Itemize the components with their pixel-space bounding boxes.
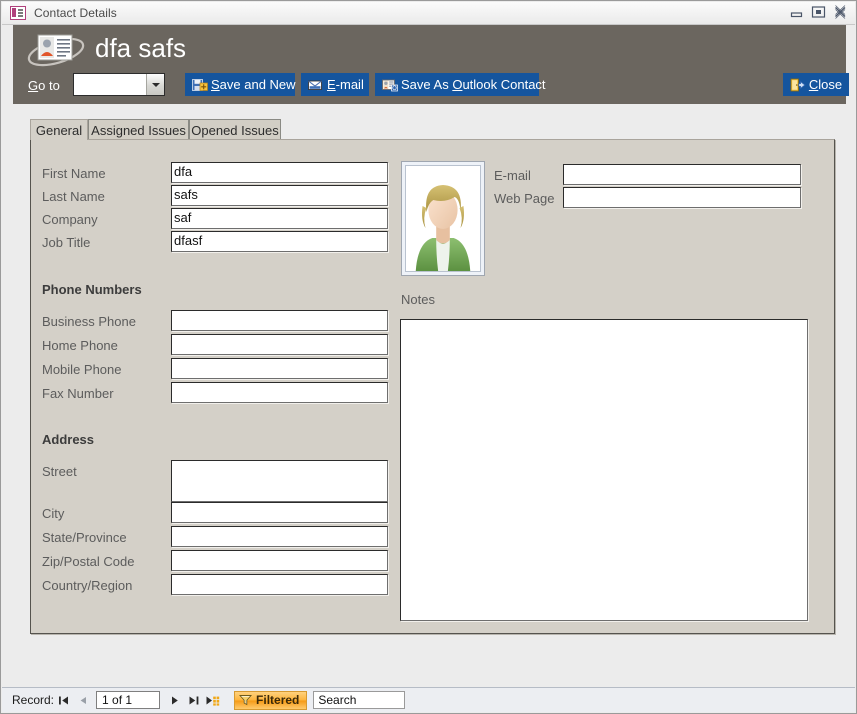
- home-phone-label: Home Phone: [42, 338, 118, 354]
- tab-general[interactable]: General: [30, 119, 88, 140]
- tab-strip: General Assigned Issues Opened Issues: [30, 119, 835, 140]
- first-name-label: First Name: [42, 166, 106, 182]
- window-controls: [789, 5, 848, 19]
- first-record-button[interactable]: [56, 691, 73, 709]
- search-input[interactable]: Search: [313, 691, 405, 709]
- record-label: Record:: [12, 693, 54, 707]
- window-title: Contact Details: [34, 6, 117, 20]
- zip-postal-code-input[interactable]: [171, 550, 388, 571]
- home-phone-input[interactable]: [171, 334, 388, 355]
- company-label: Company: [42, 212, 98, 228]
- last-record-button[interactable]: [185, 691, 202, 709]
- close-button[interactable]: [833, 5, 848, 19]
- phone-numbers-heading: Phone Numbers: [42, 282, 142, 297]
- exit-door-icon: [790, 78, 806, 92]
- email-button[interactable]: E-mail: [301, 73, 369, 96]
- envelope-icon: [308, 78, 324, 92]
- street-input[interactable]: [171, 460, 388, 502]
- job-title-label: Job Title: [42, 235, 90, 251]
- form-icon: [10, 6, 26, 20]
- tab-strip-filler: [281, 119, 835, 140]
- state-province-input[interactable]: [171, 526, 388, 547]
- save-and-new-label: Save and New: [211, 77, 296, 92]
- close-form-label: Close: [809, 77, 842, 92]
- page-title: dfa safs: [95, 31, 186, 65]
- web-page-input[interactable]: [563, 187, 801, 208]
- filtered-toggle-button[interactable]: Filtered: [234, 691, 307, 710]
- goto-combobox[interactable]: [73, 73, 165, 96]
- save-new-icon: [192, 78, 208, 92]
- record-position-input[interactable]: 1 of 1: [96, 691, 160, 709]
- title-bar: Contact Details: [2, 2, 855, 25]
- web-page-label: Web Page: [494, 191, 554, 207]
- country-region-label: Country/Region: [42, 578, 132, 594]
- minimize-button[interactable]: [789, 5, 804, 19]
- tab-opened-issues[interactable]: Opened Issues: [189, 119, 281, 140]
- mobile-phone-label: Mobile Phone: [42, 362, 122, 378]
- filtered-label: Filtered: [256, 693, 299, 707]
- first-name-input[interactable]: dfa: [171, 162, 388, 183]
- city-label: City: [42, 506, 64, 522]
- city-input[interactable]: [171, 502, 388, 523]
- fax-number-input[interactable]: [171, 382, 388, 403]
- business-phone-input[interactable]: [171, 310, 388, 331]
- notes-input[interactable]: [400, 319, 808, 621]
- save-as-outlook-contact-button[interactable]: O Save As Outlook Contact: [375, 73, 539, 96]
- chevron-down-icon[interactable]: [146, 74, 164, 95]
- fax-number-label: Fax Number: [42, 386, 114, 402]
- contact-details-window: Contact Details: [0, 0, 857, 714]
- outlook-contact-icon: O: [382, 78, 398, 92]
- street-label: Street: [42, 464, 77, 480]
- new-record-button[interactable]: [204, 691, 221, 709]
- contact-card-icon: [26, 30, 90, 68]
- contact-photo[interactable]: [401, 161, 485, 276]
- filter-funnel-icon: [239, 694, 252, 706]
- email-input[interactable]: [563, 164, 801, 185]
- job-title-input[interactable]: dfasf: [171, 231, 388, 252]
- last-name-label: Last Name: [42, 189, 105, 205]
- email-label: E-mail: [494, 168, 531, 184]
- save-as-outlook-label: Save As Outlook Contact: [401, 77, 546, 92]
- form-header-band: dfa safs Go to Save and New: [13, 25, 846, 104]
- next-record-button[interactable]: [166, 691, 183, 709]
- person-placeholder-photo-icon: [405, 165, 481, 272]
- address-heading: Address: [42, 432, 94, 447]
- state-province-label: State/Province: [42, 530, 127, 546]
- goto-label: Go to: [28, 78, 60, 93]
- company-input[interactable]: saf: [171, 208, 388, 229]
- restore-button[interactable]: [811, 5, 826, 19]
- email-label: E-mail: [327, 77, 364, 92]
- country-region-input[interactable]: [171, 574, 388, 595]
- svg-text:O: O: [392, 85, 397, 92]
- record-navigation-bar: Record: 1 of 1 Filtered Search: [2, 687, 855, 712]
- close-form-button[interactable]: Close: [783, 73, 849, 96]
- save-and-new-button[interactable]: Save and New: [185, 73, 295, 96]
- previous-record-button[interactable]: [75, 691, 92, 709]
- mobile-phone-input[interactable]: [171, 358, 388, 379]
- business-phone-label: Business Phone: [42, 314, 136, 330]
- notes-label: Notes: [401, 292, 435, 308]
- tab-assigned-issues[interactable]: Assigned Issues: [88, 119, 189, 140]
- zip-postal-code-label: Zip/Postal Code: [42, 554, 135, 570]
- last-name-input[interactable]: safs: [171, 185, 388, 206]
